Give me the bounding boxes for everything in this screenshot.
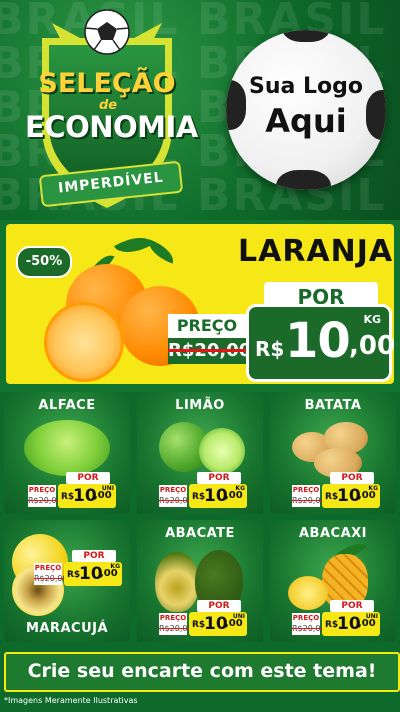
featured-card[interactable]: -50% LARANJA POR PREÇO R$20,00 KG R$ 10 … [6,224,396,384]
product-name: BATATA [304,398,362,413]
price-unit: KG [368,485,378,492]
current-price: R$ 10 ,00 KG [64,562,122,586]
preco-label: PREÇO [159,485,187,495]
preco-label: PREÇO [159,613,187,623]
leaf-icon [113,228,155,262]
por-label: POR [72,550,116,562]
featured-section: -50% LARANJA POR PREÇO R$20,00 KG R$ 10 … [0,220,400,392]
price-tag: POR PREÇO R$20,00 R$ 10 ,00 UNI [292,600,384,636]
flyer-page: BRASIL BRASIL BRASIL BRASIL BRASIL BRASI… [0,0,400,712]
featured-product-name: LARANJA [238,234,394,269]
price-unit: KG [235,485,245,492]
old-price: R$20,00 [292,623,326,635]
current-price: R$ 10 ,00 UNI [189,612,247,636]
current-price-box: KG R$ 10 ,00 [246,304,396,382]
product-name: ABACATE [165,526,235,541]
por-label: POR [330,472,374,484]
por-label: POR [197,472,241,484]
preco-label: PREÇO [168,314,246,338]
product-name: LIMÃO [175,398,225,413]
product-name: MARACUJÁ [25,621,109,636]
product-grid: ALFACE POR PREÇO R$20,00 R$ 10 ,00 UNI L… [0,392,400,652]
current-price: R$ 10 ,00 KG [189,484,247,508]
discount-badge: -50% [16,246,72,278]
old-price: R$20,00 [159,495,193,507]
ball-patch [276,170,331,190]
old-price-box: PREÇO R$20,00 [168,314,251,374]
por-label: POR [197,600,241,612]
price-unit: UNI [365,613,378,620]
product-name: ALFACE [38,398,96,413]
footer: Crie seu encarte com este tema! *Imagens… [0,652,400,712]
price-tag: POR PREÇO R$20,00 R$ 10 ,00 KG [34,550,126,586]
logo-text-line-1: Sua Logo [248,74,363,99]
leaf-icon [144,239,178,264]
product-name: ABACAXI [299,526,367,541]
price-integer: 10 [285,313,351,369]
product-card-limao[interactable]: LIMÃO POR PREÇO R$20,00 R$ 10 ,00 KG [137,392,263,514]
old-price: R$20,00 [159,623,193,635]
por-label: POR [330,600,374,612]
price-tag: POR PREÇO R$20,00 R$ 10 ,00 KG [292,472,384,508]
price-unit: KG [110,563,120,570]
product-card-alface[interactable]: ALFACE POR PREÇO R$20,00 R$ 10 ,00 UNI [4,392,130,514]
price-cents: ,00 [349,331,396,361]
old-price: R$20,00 [28,495,62,507]
product-card-batata[interactable]: BATATA POR PREÇO R$20,00 R$ 10 ,00 KG [270,392,396,514]
logo-text-line-2: Aqui [265,102,347,140]
current-price: R$ 10 ,00 UNI [322,612,380,636]
ball-patch [281,30,331,42]
old-price: R$20,00 [34,573,68,585]
price-unit: UNI [232,613,245,620]
current-price: R$ 10 ,00 UNI [58,484,116,508]
currency-symbol: R$ [255,337,285,361]
preco-label: PREÇO [28,485,56,495]
cta-banner[interactable]: Crie seu encarte com este tema! [4,652,400,692]
price-unit: KG [363,313,381,326]
price-tag: POR PREÇO R$20,00 R$ 10 ,00 UNI [159,600,251,636]
lettuce-image [24,420,110,476]
title-line-1: SELEÇÃO [38,68,176,99]
product-card-abacaxi[interactable]: ABACAXI POR PREÇO R$20,00 R$ 10 ,00 UNI [270,520,396,642]
preco-label: PREÇO [292,613,320,623]
price-tag: POR PREÇO R$20,00 R$ 10 ,00 KG [159,472,251,508]
price-tag: POR PREÇO R$20,00 R$ 10 ,00 UNI [28,472,120,508]
header-banner: BRASIL BRASIL BRASIL BRASIL BRASIL BRASI… [0,0,400,225]
old-price: R$20,00 [168,338,251,364]
logo-placeholder-ball: Sua Logo Aqui [226,30,386,190]
disclaimer: *Imagens Meramente Ilustrativas [4,696,138,705]
cta-text: Crie seu encarte com este tema! [27,660,377,682]
lime-half-image [199,428,245,474]
por-label: POR [66,472,110,484]
price-unit: UNI [101,485,114,492]
preco-label: PREÇO [292,485,320,495]
old-price: R$20,00 [292,495,326,507]
product-card-maracuja[interactable]: POR PREÇO R$20,00 R$ 10 ,00 KG MARACUJÁ [4,520,130,642]
current-price: R$ 10 ,00 KG [322,484,380,508]
preco-label: PREÇO [34,563,62,573]
orange-half-image [44,302,124,382]
title-line-2: ECONOMIA [25,110,198,144]
product-card-abacate[interactable]: ABACATE POR PREÇO R$20,00 R$ 10 ,00 UNI [137,520,263,642]
